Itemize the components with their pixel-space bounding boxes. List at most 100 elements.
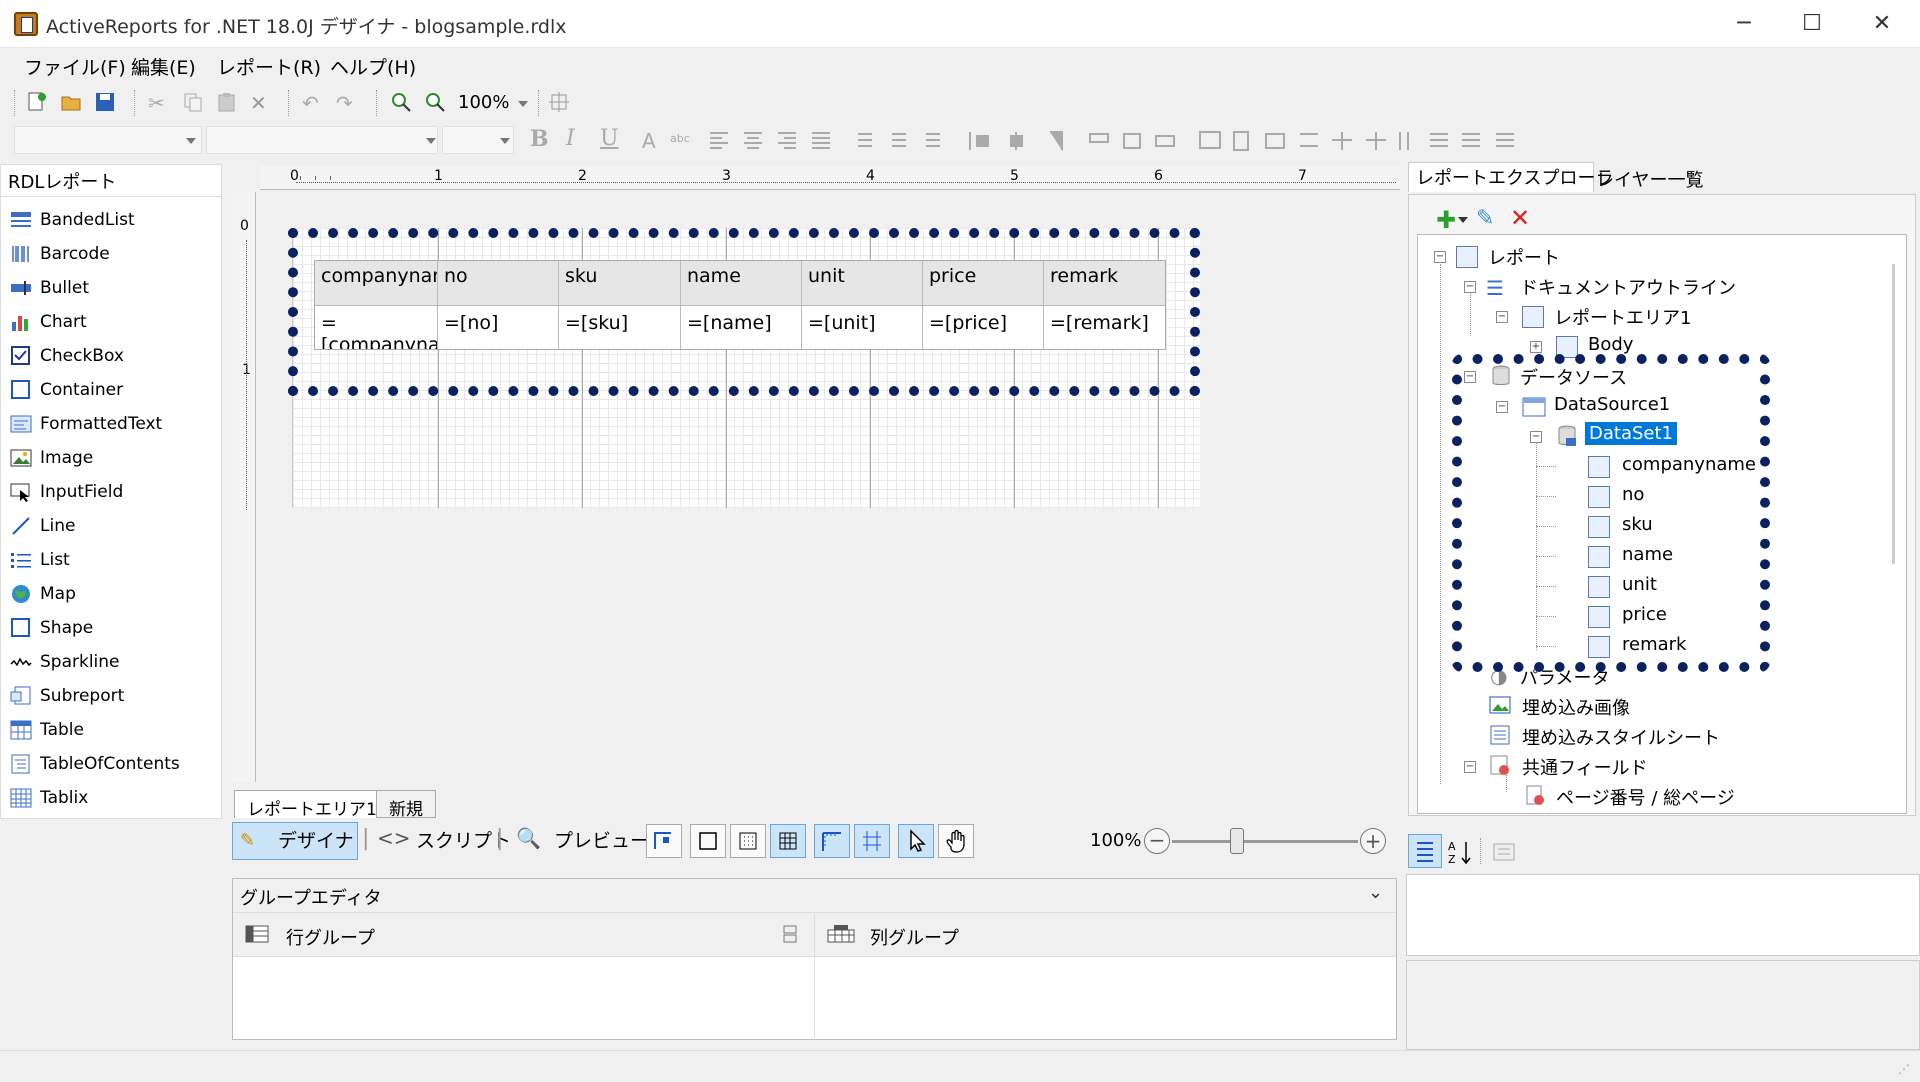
italic-icon[interactable]: I bbox=[566, 126, 575, 151]
delete-icon[interactable]: ✕ bbox=[1510, 204, 1530, 232]
tree-collapse-icon[interactable]: − bbox=[1464, 761, 1476, 773]
alphabetical-sort-icon[interactable]: AZ bbox=[1446, 838, 1474, 866]
paste-icon[interactable] bbox=[216, 91, 238, 113]
toolbox-item-line[interactable]: Line bbox=[40, 516, 75, 536]
toolbox-item-image[interactable]: Image bbox=[40, 448, 93, 468]
add-dropdown-icon[interactable] bbox=[1458, 217, 1468, 223]
pointer-tool-icon[interactable] bbox=[898, 824, 934, 858]
snap-lines-icon[interactable] bbox=[646, 824, 682, 858]
property-grid[interactable] bbox=[1406, 874, 1920, 956]
row-group-adjust-icon[interactable] bbox=[782, 924, 798, 944]
menu-edit[interactable]: 編集(E) bbox=[131, 53, 196, 80]
toolbox-item-bullet[interactable]: Bullet bbox=[40, 278, 89, 298]
font-size-dropdown-icon[interactable] bbox=[500, 138, 510, 144]
tree-collapse-icon[interactable]: − bbox=[1496, 311, 1508, 323]
minimize-button[interactable]: ─ bbox=[1714, 6, 1774, 42]
toolbox-item-sparkline[interactable]: Sparkline bbox=[40, 652, 120, 672]
property-pages-icon[interactable] bbox=[1490, 838, 1518, 866]
tree-node-document-outline[interactable]: ドキュメントアウトライン bbox=[1520, 274, 1736, 300]
save-icon[interactable] bbox=[94, 91, 116, 113]
style-dropdown-icon[interactable] bbox=[186, 138, 196, 144]
toolbox-item-map[interactable]: Map bbox=[40, 584, 76, 604]
tree-node-report-area1[interactable]: レポートエリア1 bbox=[1554, 304, 1691, 330]
zoom-out-icon[interactable] bbox=[390, 91, 412, 113]
vruler-ticks bbox=[246, 240, 250, 510]
menu-help[interactable]: ヘルプ(H) bbox=[330, 53, 416, 80]
add-icon[interactable]: ✚ bbox=[1436, 206, 1456, 234]
zoom-dropdown-icon[interactable] bbox=[518, 101, 528, 107]
fit-page-icon[interactable] bbox=[548, 91, 570, 113]
grid-dots-icon[interactable] bbox=[730, 824, 766, 858]
redo-icon[interactable]: ↷ bbox=[336, 91, 358, 115]
chevron-down-icon[interactable]: ⌄ bbox=[1368, 882, 1383, 903]
cut-icon[interactable]: ✂ bbox=[148, 91, 170, 115]
tab-report-area1[interactable]: レポートエリア1 bbox=[234, 790, 390, 820]
toolbox-item-tablix[interactable]: Tablix bbox=[40, 788, 88, 808]
svg-text:abc: abc bbox=[670, 132, 690, 145]
tree-node-body[interactable]: Body bbox=[1588, 334, 1633, 355]
tab-layer-list[interactable]: レイヤー一覧 bbox=[1596, 166, 1703, 192]
open-icon[interactable] bbox=[60, 91, 82, 113]
edit-icon[interactable]: ✎ bbox=[1476, 206, 1494, 231]
categorized-icon[interactable] bbox=[1408, 834, 1442, 868]
menu-report[interactable]: レポート(R) bbox=[217, 53, 321, 80]
tree-node-common-fields[interactable]: 共通フィールド bbox=[1522, 754, 1648, 780]
zoom-in-button[interactable]: + bbox=[1360, 828, 1386, 854]
menu-file[interactable]: ファイル(F) bbox=[24, 53, 126, 80]
zoom-slider-thumb[interactable] bbox=[1230, 828, 1244, 854]
toolbox-item-bandedlist[interactable]: BandedList bbox=[40, 210, 135, 230]
copy-icon[interactable] bbox=[182, 91, 204, 113]
bold-icon[interactable]: B bbox=[530, 126, 549, 152]
pan-tool-icon[interactable] bbox=[938, 824, 974, 858]
grid-lines-icon[interactable] bbox=[770, 824, 806, 858]
tree-node-report[interactable]: レポート bbox=[1488, 244, 1560, 270]
toolbox-item-tableofcontents[interactable]: TableOfContents bbox=[40, 754, 180, 774]
column-group-label: 列グループ bbox=[870, 928, 959, 949]
toolbox-item-checkbox[interactable]: CheckBox bbox=[40, 346, 124, 366]
common-fields-icon bbox=[1488, 754, 1512, 776]
toolbox-item-container[interactable]: Container bbox=[40, 380, 123, 400]
preview-mode-button[interactable]: プレビュー bbox=[554, 823, 649, 859]
zoom-combo[interactable]: 100% bbox=[458, 92, 509, 113]
toolbox-item-subreport[interactable]: Subreport bbox=[40, 686, 124, 706]
tree-expand-icon[interactable]: + bbox=[1530, 341, 1542, 353]
toolbox-item-shape[interactable]: Shape bbox=[40, 618, 93, 638]
style-combo[interactable] bbox=[14, 126, 202, 154]
tab-new[interactable]: 新規 bbox=[376, 790, 436, 820]
svg-text:A: A bbox=[1448, 840, 1456, 853]
toolbox-item-barcode[interactable]: Barcode bbox=[40, 244, 110, 264]
tree-scrollbar[interactable] bbox=[1892, 264, 1895, 564]
toolbox-item-table[interactable]: Table bbox=[40, 720, 84, 740]
zoom-in-icon[interactable] bbox=[424, 91, 446, 113]
tree-node-embedded-stylesheets[interactable]: 埋め込みスタイルシート bbox=[1522, 724, 1720, 750]
toolbox-item-chart[interactable]: Chart bbox=[40, 312, 87, 332]
preview-search-icon: 🔍 bbox=[516, 826, 541, 850]
tree-collapse-icon[interactable]: − bbox=[1434, 251, 1446, 263]
toolbox-item-formattedtext[interactable]: FormattedText bbox=[40, 414, 162, 434]
tree-node-embedded-images[interactable]: 埋め込み画像 bbox=[1522, 694, 1630, 720]
resize-grip-icon[interactable]: ⋰ bbox=[1898, 1062, 1910, 1076]
font-dropdown-icon[interactable] bbox=[426, 138, 436, 144]
undo-icon[interactable]: ↶ bbox=[302, 91, 324, 115]
toolbar-separator bbox=[538, 90, 539, 116]
delete-icon[interactable]: ✕ bbox=[250, 91, 272, 115]
sparkline-icon bbox=[10, 652, 32, 672]
maximize-button[interactable]: ☐ bbox=[1782, 6, 1842, 42]
stylesheet-icon bbox=[1488, 724, 1512, 746]
toolbox-item-list[interactable]: List bbox=[40, 550, 70, 570]
align-guides-icon[interactable] bbox=[854, 824, 890, 858]
zoom-out-button[interactable]: − bbox=[1144, 828, 1170, 854]
zoom-slider-track[interactable] bbox=[1172, 840, 1358, 843]
barcode-icon bbox=[10, 244, 32, 264]
dimension-lines-icon[interactable] bbox=[690, 824, 726, 858]
checkbox-icon bbox=[10, 346, 32, 366]
tree-collapse-icon[interactable]: − bbox=[1464, 281, 1476, 293]
underline-icon[interactable]: U bbox=[600, 126, 619, 151]
toolbox-item-inputfield[interactable]: InputField bbox=[40, 482, 123, 502]
tree-node-page-number[interactable]: ページ番号 / 総ページ bbox=[1556, 784, 1735, 810]
toolbar-separator bbox=[288, 90, 289, 116]
close-button[interactable]: ✕ bbox=[1852, 6, 1912, 42]
new-report-icon[interactable] bbox=[26, 91, 48, 113]
ruler-toggle-icon[interactable] bbox=[814, 824, 850, 858]
font-combo[interactable] bbox=[206, 126, 438, 154]
